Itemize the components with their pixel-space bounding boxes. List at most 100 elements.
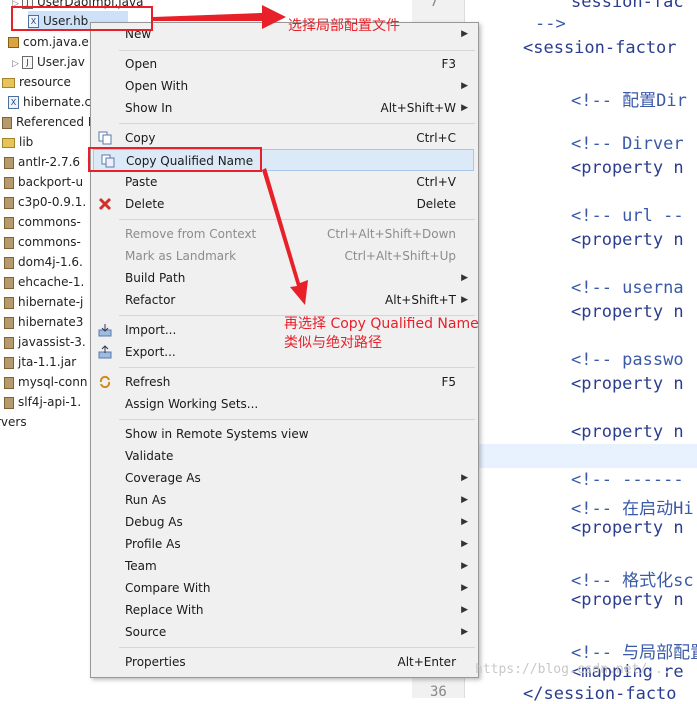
jar-icon (4, 236, 14, 249)
menu-separator (119, 123, 475, 124)
code-line: <!-- Dirver (571, 134, 684, 154)
code-line: <!-- 格式化sc (571, 571, 694, 591)
menu-item-team[interactable]: Team ▶ (91, 555, 478, 577)
watermark: https://blog.csdn.net/... (475, 662, 671, 677)
menu-item-properties[interactable]: Properties Alt+Enter (91, 651, 478, 673)
menu-item-compare-with[interactable]: Compare With ▶ (91, 577, 478, 599)
annotation-box-file (11, 6, 153, 31)
menu-item-refactor[interactable]: Refactor Alt+Shift+T ▶ (91, 289, 478, 311)
delete-icon (98, 197, 112, 211)
line-number: 7 (430, 0, 439, 10)
tree-item[interactable]: mysql-conn (4, 372, 87, 392)
tree-item[interactable]: commons- (4, 232, 81, 252)
tree-item[interactable]: slf4j-api-1. (4, 392, 81, 412)
code-line: <!-- passwo (571, 350, 684, 370)
menu-separator (119, 647, 475, 648)
refresh-icon (99, 375, 111, 389)
tree-item[interactable]: ehcache-1. (4, 272, 84, 292)
submenu-arrow-icon: ▶ (461, 295, 468, 305)
menu-item-debug-as[interactable]: Debug As ▶ (91, 511, 478, 533)
tree-item[interactable]: antlr-2.7.6 (4, 152, 80, 172)
tree-item[interactable]: ▷ J User.jav (12, 52, 85, 72)
menu-item-build-path[interactable]: Build Path ▶ (91, 267, 478, 289)
jar-icon (4, 396, 14, 409)
menu-item-mark-as-landmark[interactable]: Mark as Landmark Ctrl+Alt+Shift+Up (91, 245, 478, 267)
submenu-arrow-icon: ▶ (461, 627, 468, 637)
tree-item[interactable]: lib (2, 132, 33, 152)
annotation-step2-line2: 类似与绝对路径 (284, 335, 382, 351)
submenu-arrow-icon: ▶ (461, 273, 468, 283)
tree-item[interactable]: resource (2, 72, 71, 92)
menu-separator (119, 219, 475, 220)
package-icon (8, 37, 19, 48)
tree-item[interactable]: commons- (4, 212, 81, 232)
current-line-highlight (465, 444, 697, 468)
jar-icon (4, 156, 14, 169)
tree-item[interactable]: hibernate-j (4, 292, 83, 312)
menu-item-source[interactable]: Source ▶ (91, 621, 478, 643)
xml-file-icon: X (8, 96, 19, 109)
code-line: <!-- ------ (571, 470, 684, 490)
tree-item[interactable]: dom4j-1.6. (4, 252, 83, 272)
tree-item[interactable]: rvers (0, 412, 27, 432)
tree-item[interactable]: Xhibernate.c (8, 92, 91, 112)
menu-item-coverage-as[interactable]: Coverage As ▶ (91, 467, 478, 489)
submenu-arrow-icon: ▶ (461, 495, 468, 505)
code-line: <session-factor (523, 38, 677, 58)
menu-item-run-as[interactable]: Run As ▶ (91, 489, 478, 511)
jar-icon (4, 196, 14, 209)
code-line: <property n (571, 158, 684, 178)
menu-item-validate[interactable]: Validate (91, 445, 478, 467)
menu-item-show-in[interactable]: Show In Alt+Shift+W ▶ (91, 97, 478, 119)
code-line: <property n (571, 374, 684, 394)
jar-icon (4, 176, 14, 189)
menu-item-open[interactable]: Open F3 (91, 53, 478, 75)
tree-item[interactable]: com.java.e (8, 32, 89, 52)
jar-icon (4, 256, 14, 269)
annotation-box-menu-item (88, 147, 262, 172)
code-line: <!-- 在启动Hi (571, 499, 694, 519)
folder-icon (2, 137, 15, 148)
jar-icon (4, 356, 14, 369)
menu-item-copy[interactable]: Copy Ctrl+C (91, 127, 478, 149)
code-line: session-fac (571, 0, 684, 12)
menu-item-refresh[interactable]: Refresh F5 (91, 371, 478, 393)
code-line: <property n (571, 590, 684, 610)
menu-item-open-with[interactable]: Open With ▶ (91, 75, 478, 97)
submenu-arrow-icon: ▶ (461, 583, 468, 593)
tree-item[interactable]: backport-u (4, 172, 83, 192)
code-line: </session-facto (523, 684, 677, 704)
tree-item[interactable]: Referenced Lil (2, 112, 101, 132)
code-line: --> (535, 14, 566, 34)
code-line: <!-- userna (571, 278, 684, 298)
menu-item-assign-working-sets[interactable]: Assign Working Sets... (91, 393, 478, 415)
submenu-arrow-icon: ▶ (461, 473, 468, 483)
folder-icon (2, 77, 15, 88)
submenu-arrow-icon: ▶ (461, 29, 468, 39)
submenu-arrow-icon: ▶ (461, 539, 468, 549)
annotation-step2-line1: 再选择 Copy Qualified Name (284, 316, 479, 332)
import-icon (98, 324, 112, 337)
menu-item-delete[interactable]: Delete Delete (91, 193, 478, 215)
code-line: <property n (571, 518, 684, 538)
jar-icon (4, 376, 14, 389)
tree-item[interactable]: c3p0-0.9.1. (4, 192, 86, 212)
tree-item[interactable]: hibernate3 (4, 312, 83, 332)
tree-item[interactable]: jta-1.1.jar (4, 352, 76, 372)
tree-item[interactable]: javassist-3. (4, 332, 86, 352)
java-file-icon: J (22, 56, 33, 69)
menu-item-replace-with[interactable]: Replace With ▶ (91, 599, 478, 621)
menu-item-remove-from-context[interactable]: Remove from Context Ctrl+Alt+Shift+Down (91, 223, 478, 245)
copy-icon (98, 131, 112, 145)
jar-icon (4, 316, 14, 329)
annotation-step1: 选择局部配置文件 (288, 18, 400, 34)
menu-item-profile-as[interactable]: Profile As ▶ (91, 533, 478, 555)
menu-item-show-in-remote-systems[interactable]: Show in Remote Systems view (91, 423, 478, 445)
menu-separator (119, 367, 475, 368)
submenu-arrow-icon: ▶ (461, 517, 468, 527)
submenu-arrow-icon: ▶ (461, 561, 468, 571)
menu-separator (119, 50, 475, 51)
submenu-arrow-icon: ▶ (461, 103, 468, 113)
library-icon (2, 116, 12, 129)
menu-item-paste[interactable]: Paste Ctrl+V (91, 171, 478, 193)
